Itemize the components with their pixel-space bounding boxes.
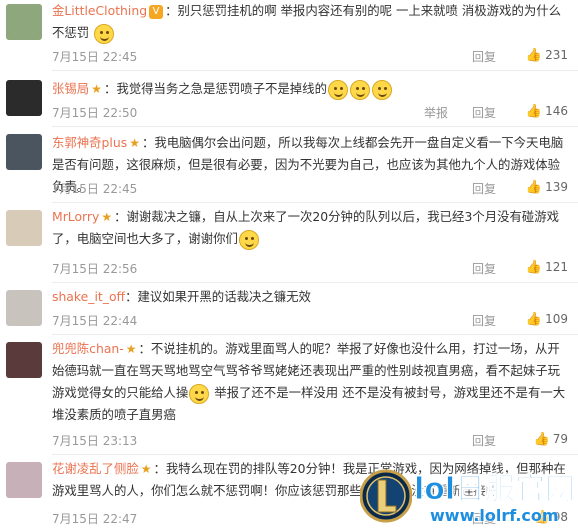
like-button[interactable]: 👍 139: [526, 180, 568, 195]
watermark-url: www.lolrf.com: [430, 506, 559, 525]
comment-meta: 7月15日 22:45 回复 👍 139: [52, 178, 568, 198]
username-link[interactable]: 张锡局: [52, 81, 89, 96]
comment-text: ：建议如果开黑的话裁决之镰无效: [125, 289, 311, 304]
reply-button[interactable]: 回复: [472, 260, 496, 277]
like-button[interactable]: 👍 79: [534, 432, 568, 447]
watermark-site-name: lol日服官网: [413, 472, 576, 508]
divider: [52, 334, 578, 335]
like-button[interactable]: 👍 231: [526, 48, 568, 63]
avatar[interactable]: [6, 210, 42, 246]
comment-body: shake_it_off：建议如果开黑的话裁决之镰无效: [52, 286, 568, 308]
comment-meta: 7月15日 23:13 回复 👍 79: [52, 430, 568, 450]
timestamp: 7月15日 22:50: [52, 106, 138, 120]
site-watermark: lol日服官网 www.lolrf.com: [360, 462, 578, 532]
smiley-icon: [189, 383, 210, 404]
thumbs-up-icon: 👍: [525, 104, 543, 119]
like-count: 79: [552, 432, 568, 446]
timestamp: 7月15日 22:47: [52, 512, 138, 526]
avatar[interactable]: [6, 462, 42, 498]
report-button[interactable]: 举报: [424, 104, 448, 121]
timestamp: 7月15日 22:44: [52, 314, 138, 328]
timestamp: 7月15日 22:45: [52, 50, 138, 64]
like-button[interactable]: 👍 109: [526, 312, 568, 327]
comment-body: 张锡局 ★ ：我觉得当务之急是惩罚喷子不是掉线的: [52, 78, 568, 100]
star-icon: ★: [91, 82, 102, 96]
star-icon: ★: [140, 462, 152, 476]
divider: [52, 70, 578, 71]
star-icon: ★: [125, 342, 137, 356]
avatar[interactable]: [6, 4, 42, 40]
like-count: 121: [545, 260, 568, 274]
smiley-icon: [94, 23, 115, 44]
divider: [52, 282, 578, 283]
username-link[interactable]: shake_it_off: [52, 289, 125, 304]
username-link[interactable]: 花谢凌乱了侧脸: [52, 461, 139, 476]
divider: [52, 202, 578, 203]
comment-body: 兜兜陈chan- ★ ：不说挂机的。游戏里面骂人的呢？举报了好像也没什么用，打过一场…: [52, 338, 568, 426]
star-icon: ★: [101, 210, 113, 224]
like-count: 231: [545, 48, 568, 62]
reply-button[interactable]: 回复: [472, 432, 496, 449]
timestamp: 7月15日 22:45: [52, 182, 138, 196]
thumbs-up-icon: 👍: [533, 432, 550, 447]
avatar[interactable]: [6, 134, 42, 170]
reply-button[interactable]: 回复: [472, 104, 496, 121]
reply-button[interactable]: 回复: [472, 180, 496, 197]
lol-logo-icon: [360, 469, 412, 523]
comment-meta: 7月15日 22:56 回复 👍 121: [52, 258, 568, 278]
like-count: 139: [545, 180, 568, 194]
username-link[interactable]: 东郭神奇plus: [52, 135, 127, 150]
comment-meta: 7月15日 22:45 回复 👍 231: [52, 46, 568, 66]
thumbs-up-icon: 👍: [525, 180, 543, 195]
reply-button[interactable]: 回复: [472, 48, 496, 65]
comment-meta: 7月15日 22:50 举报 回复 👍 146: [52, 102, 568, 122]
smiley-icon: [327, 79, 348, 100]
like-count: 146: [545, 104, 568, 118]
comment-body: 金LittleClothing V ：别只惩罚挂机的啊 举报内容还有别的呢 一上来就…: [52, 0, 568, 44]
timestamp: 7月15日 22:56: [52, 262, 138, 276]
star-icon: ★: [129, 136, 140, 150]
smiley-icon: [349, 79, 370, 100]
divider: [52, 126, 578, 127]
divider: [52, 454, 578, 455]
avatar[interactable]: [6, 290, 42, 326]
thumbs-up-icon: 👍: [525, 260, 543, 275]
avatar[interactable]: [6, 342, 42, 378]
smiley-icon: [238, 229, 259, 250]
member-badge-icon: V: [149, 4, 164, 19]
username-link[interactable]: MrLorry: [52, 209, 99, 224]
comment-text: ：我觉得当务之急是惩罚喷子不是掉线的: [103, 81, 327, 96]
smiley-icon: [371, 79, 392, 100]
thumbs-up-icon: 👍: [525, 312, 543, 327]
username-link[interactable]: 兜兜陈chan-: [52, 341, 124, 356]
thumbs-up-icon: 👍: [525, 48, 543, 63]
username-link[interactable]: 金LittleClothing: [52, 3, 147, 18]
comment-text: ：谢谢裁决之镰，自从上次来了一次20分钟的队列以后，我已经3个月没有碰游戏了，电…: [52, 209, 560, 246]
comment-meta: 7月15日 22:44 回复 👍 109: [52, 310, 568, 330]
like-count: 109: [545, 312, 568, 326]
like-button[interactable]: 👍 121: [526, 260, 568, 275]
avatar[interactable]: [6, 80, 42, 116]
reply-button[interactable]: 回复: [472, 312, 496, 329]
like-button[interactable]: 👍 146: [526, 104, 568, 119]
comment-body: MrLorry ★ ：谢谢裁决之镰，自从上次来了一次20分钟的队列以后，我已经3个月…: [52, 206, 568, 250]
timestamp: 7月15日 23:13: [52, 434, 138, 448]
